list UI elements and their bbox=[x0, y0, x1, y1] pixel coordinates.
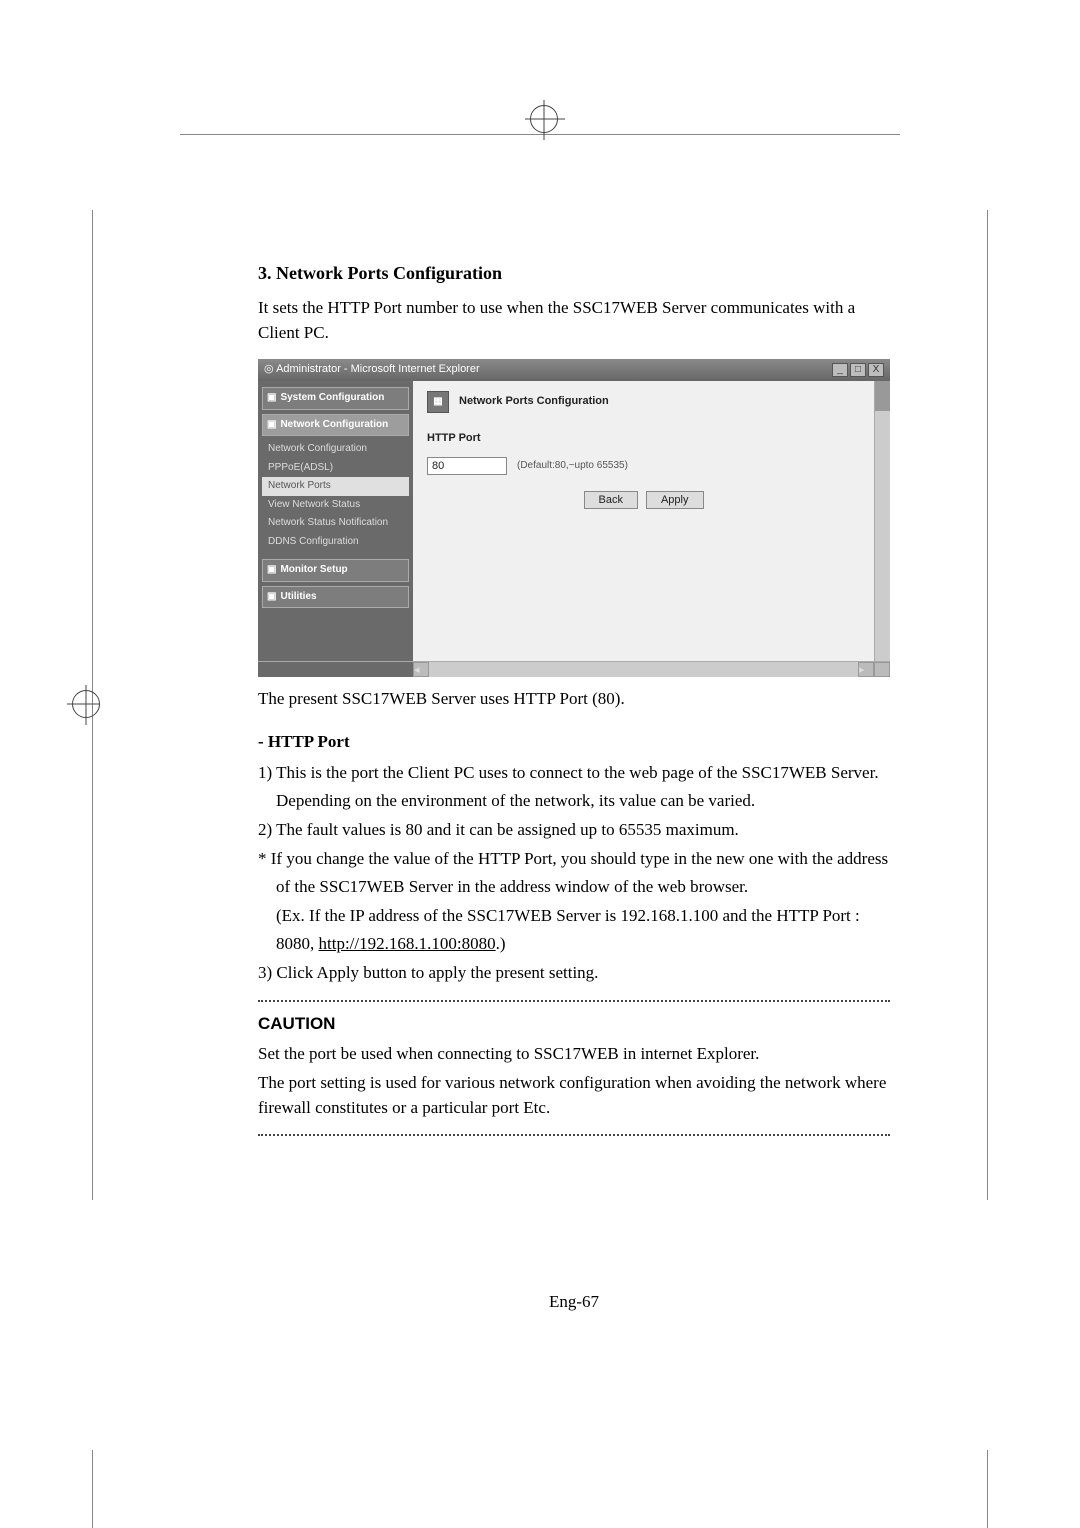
sidebar-group-system-configuration[interactable]: ▣ System Configuration bbox=[262, 387, 409, 410]
vertical-scrollbar[interactable] bbox=[874, 381, 890, 661]
registration-mark-left bbox=[72, 690, 100, 718]
sidebar-group-utilities[interactable]: ▣ Utilities bbox=[262, 586, 409, 609]
body-text: (Ex. If the IP address of the SSC17WEB S… bbox=[258, 904, 890, 929]
monitor-icon: ▣ bbox=[267, 563, 276, 578]
sidebar-item[interactable]: Network Configuration bbox=[262, 440, 409, 459]
back-button[interactable]: Back bbox=[584, 491, 638, 509]
sidebar-group-label: System Configuration bbox=[280, 391, 384, 406]
maximize-button[interactable]: □ bbox=[850, 363, 866, 377]
network-icon: ▣ bbox=[267, 418, 276, 433]
registration-mark-top bbox=[530, 105, 558, 133]
network-ports-icon: ▦ bbox=[427, 391, 449, 413]
after-image-text: The present SSC17WEB Server uses HTTP Po… bbox=[258, 687, 890, 712]
http-port-heading: - HTTP Port bbox=[258, 730, 890, 755]
http-port-input[interactable] bbox=[427, 457, 507, 475]
tools-icon: ▣ bbox=[267, 590, 276, 605]
close-button[interactable]: X bbox=[868, 363, 884, 377]
caution-text: The port setting is used for various net… bbox=[258, 1071, 890, 1120]
body-text: 1) This is the port the Client PC uses t… bbox=[258, 761, 890, 786]
sidebar-item[interactable]: Network Status Notification bbox=[262, 514, 409, 533]
minimize-button[interactable]: _ bbox=[832, 363, 848, 377]
scrollbar-thumb[interactable] bbox=[875, 381, 890, 411]
example-url-link[interactable]: http://192.168.1.100:8080 bbox=[319, 934, 496, 953]
body-text: 3) Click Apply button to apply the prese… bbox=[258, 961, 890, 986]
sidebar-group-label: Utilities bbox=[280, 590, 316, 605]
ie-window: ◎ Administrator - Microsoft Internet Exp… bbox=[258, 359, 890, 677]
section-heading: 3. Network Ports Configuration bbox=[258, 260, 890, 286]
body-text: 8080, http://192.168.1.100:8080.) bbox=[258, 932, 890, 957]
body-text: * If you change the value of the HTTP Po… bbox=[258, 847, 890, 872]
sidebar-item[interactable]: DDNS Configuration bbox=[262, 533, 409, 552]
http-port-label: HTTP Port bbox=[427, 431, 860, 447]
sidebar-item[interactable]: View Network Status bbox=[262, 496, 409, 515]
http-port-hint: (Default:80,~upto 65535) bbox=[517, 459, 628, 474]
apply-button[interactable]: Apply bbox=[646, 491, 704, 509]
horizontal-scrollbar[interactable]: ◂ ▸ bbox=[258, 661, 890, 677]
sidebar-group-label: Network Configuration bbox=[280, 418, 388, 433]
body-text: Depending on the environment of the netw… bbox=[258, 789, 890, 814]
caution-text: Set the port be used when connecting to … bbox=[258, 1042, 890, 1067]
sidebar-item[interactable]: PPPoE(ADSL) bbox=[262, 459, 409, 478]
scroll-right-button[interactable]: ▸ bbox=[858, 662, 874, 677]
resize-grip-icon bbox=[874, 662, 890, 677]
ie-window-title: Administrator - Microsoft Internet Explo… bbox=[276, 363, 480, 375]
sidebar-item-network-ports[interactable]: Network Ports bbox=[262, 477, 409, 496]
page-number: Eng-67 bbox=[258, 1290, 890, 1315]
body-text: of the SSC17WEB Server in the address wi… bbox=[258, 875, 890, 900]
body-text: 2) The fault values is 80 and it can be … bbox=[258, 818, 890, 843]
sidebar-group-label: Monitor Setup bbox=[280, 563, 347, 578]
scroll-left-button[interactable]: ◂ bbox=[413, 662, 429, 677]
sidebar-group-monitor-setup[interactable]: ▣ Monitor Setup bbox=[262, 559, 409, 582]
main-pane: ▦ Network Ports Configuration HTTP Port … bbox=[413, 381, 874, 661]
main-title: Network Ports Configuration bbox=[459, 394, 609, 410]
ie-titlebar: ◎ Administrator - Microsoft Internet Exp… bbox=[258, 359, 890, 381]
caution-heading: CAUTION bbox=[258, 1012, 890, 1037]
sidebar: ▣ System Configuration ▣ Network Configu… bbox=[258, 381, 413, 661]
divider bbox=[258, 1000, 890, 1002]
folder-icon: ▣ bbox=[267, 391, 276, 406]
intro-text: It sets the HTTP Port number to use when… bbox=[258, 296, 890, 345]
divider bbox=[258, 1134, 890, 1136]
sidebar-group-network-configuration[interactable]: ▣ Network Configuration bbox=[262, 414, 409, 437]
ie-logo-icon: ◎ bbox=[264, 363, 274, 375]
